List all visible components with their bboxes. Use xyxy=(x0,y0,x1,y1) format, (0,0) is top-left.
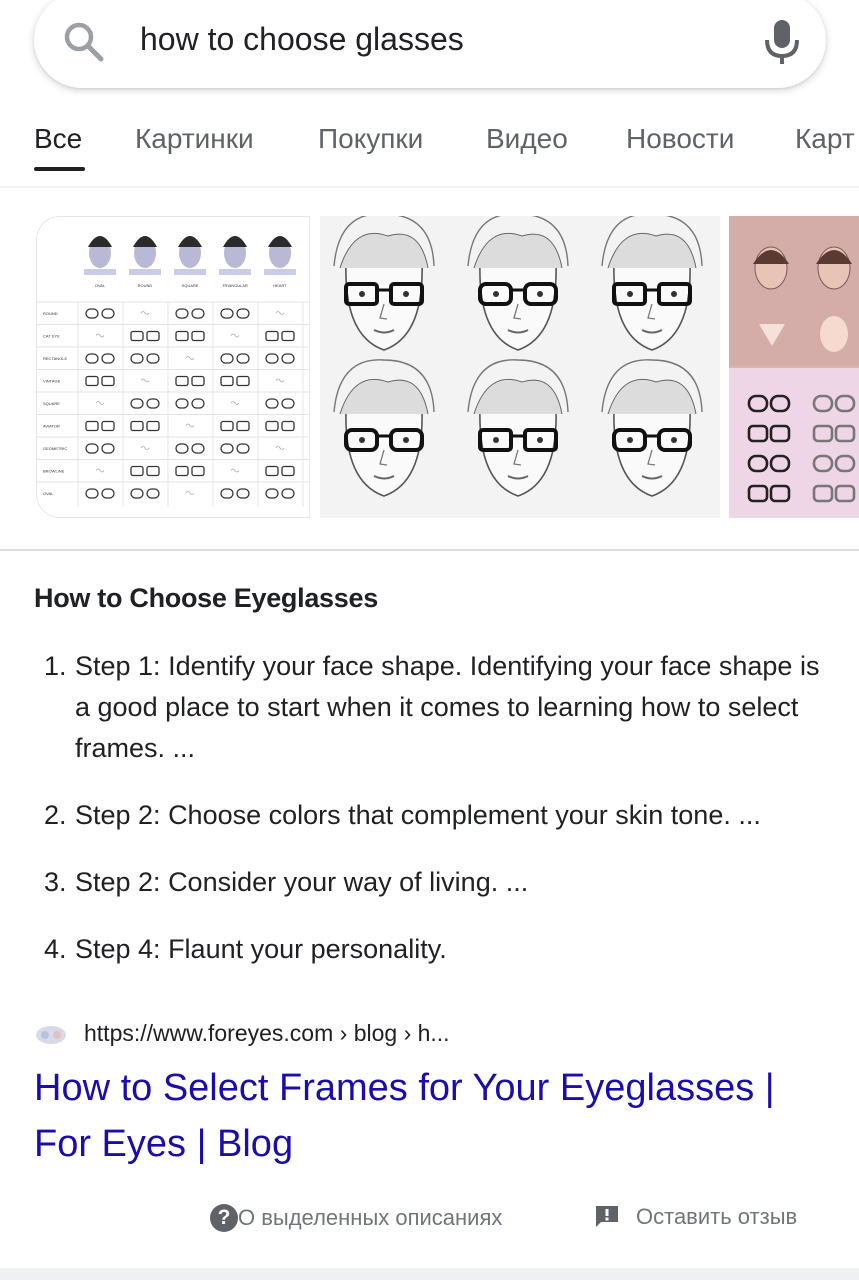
list-item: 4. Step 4: Flaunt your personality. xyxy=(44,929,834,970)
feedback-button[interactable]: Оставить отзыв xyxy=(594,1204,797,1238)
svg-text:BROWLINE: BROWLINE xyxy=(43,469,65,474)
step-number: 2. xyxy=(44,800,67,830)
svg-text:TRIANGULAR: TRIANGULAR xyxy=(222,283,248,288)
divider xyxy=(0,186,859,188)
face-shapes-pink-graphic xyxy=(729,216,859,518)
svg-text:HEART: HEART xyxy=(273,283,287,288)
list-item: 2. Step 2: Choose colors that complement… xyxy=(44,795,834,836)
feedback-label: Оставить отзыв xyxy=(636,1204,798,1229)
svg-text:SQUARE: SQUARE xyxy=(182,283,199,288)
search-bar[interactable]: how to choose glasses xyxy=(34,0,826,88)
tab-news[interactable]: Новости xyxy=(626,123,734,155)
svg-text:ROUND: ROUND xyxy=(138,283,153,288)
tab-shopping[interactable]: Покупки xyxy=(318,123,423,155)
help-icon: ? xyxy=(210,1204,238,1232)
result-url[interactable]: https://www.foreyes.com › blog › h... xyxy=(84,1020,450,1047)
svg-text:OVAL: OVAL xyxy=(43,491,54,496)
microphone-icon[interactable] xyxy=(762,18,802,66)
search-input[interactable]: how to choose glasses xyxy=(140,21,464,58)
step-text: Step 2: Choose colors that complement yo… xyxy=(75,800,761,830)
svg-text:ROUND: ROUND xyxy=(43,311,58,316)
snippet-footer: ? О выделенных описаниях Оставить отзыв xyxy=(0,1196,859,1244)
result-source[interactable]: https://www.foreyes.com › blog › h... xyxy=(34,1018,814,1052)
site-favicon-icon xyxy=(36,1026,66,1044)
search-tabs: Все Картинки Покупки Видео Новости Карт xyxy=(0,105,859,185)
svg-text:AVIATOR: AVIATOR xyxy=(43,424,60,429)
snippet-steps: 1. Step 1: Identify your face shape. Ide… xyxy=(44,646,834,996)
face-chart-graphic: OVAL ROUND SQUARE TRIANGULAR HEART ROUND CAT … xyxy=(37,217,309,517)
step-text: Step 4: Flaunt your personality. xyxy=(75,934,447,964)
svg-text:RECTANGLE: RECTANGLE xyxy=(43,356,67,361)
tab-images[interactable]: Картинки xyxy=(135,123,254,155)
bottom-band xyxy=(0,1268,859,1280)
active-tab-indicator xyxy=(34,167,85,171)
sketched-faces-graphic xyxy=(320,216,720,518)
step-number: 3. xyxy=(44,867,67,897)
step-number: 1. xyxy=(44,651,67,681)
list-item: 1. Step 1: Identify your face shape. Ide… xyxy=(44,646,834,769)
svg-text:SQUARE: SQUARE xyxy=(43,401,60,406)
about-featured-snippets-button[interactable]: ? О выделенных описаниях xyxy=(210,1204,502,1238)
snippet-title: How to Choose Eyeglasses xyxy=(34,583,378,613)
list-item: 3. Step 2: Consider your way of living. … xyxy=(44,862,834,903)
about-label: О выделенных описаниях xyxy=(238,1205,503,1230)
step-text: Step 2: Consider your way of living. ... xyxy=(75,867,529,897)
sketched-faces-image[interactable] xyxy=(320,216,720,518)
tab-maps[interactable]: Карт xyxy=(795,123,855,155)
result-title-link[interactable]: How to Select Frames for Your Eyeglasses… xyxy=(34,1060,824,1172)
svg-text:GEOMETRIC: GEOMETRIC xyxy=(43,446,67,451)
svg-text:OVAL: OVAL xyxy=(95,283,106,288)
feedback-icon xyxy=(596,1206,618,1227)
svg-text:CAT EYE: CAT EYE xyxy=(43,334,60,339)
tab-videos[interactable]: Видео xyxy=(486,123,568,155)
svg-text:VINTAGE: VINTAGE xyxy=(43,379,61,384)
divider xyxy=(0,549,859,551)
face-shapes-pink-image[interactable] xyxy=(729,216,859,518)
face-shape-chart-image[interactable]: OVAL ROUND SQUARE TRIANGULAR HEART ROUND CAT … xyxy=(36,216,310,518)
tab-all[interactable]: Все xyxy=(34,123,82,155)
step-text: Step 1: Identify your face shape. Identi… xyxy=(75,651,820,763)
search-icon[interactable] xyxy=(62,20,106,64)
step-number: 4. xyxy=(44,934,67,964)
image-carousel[interactable]: OVAL ROUND SQUARE TRIANGULAR HEART ROUND CAT … xyxy=(0,216,859,518)
